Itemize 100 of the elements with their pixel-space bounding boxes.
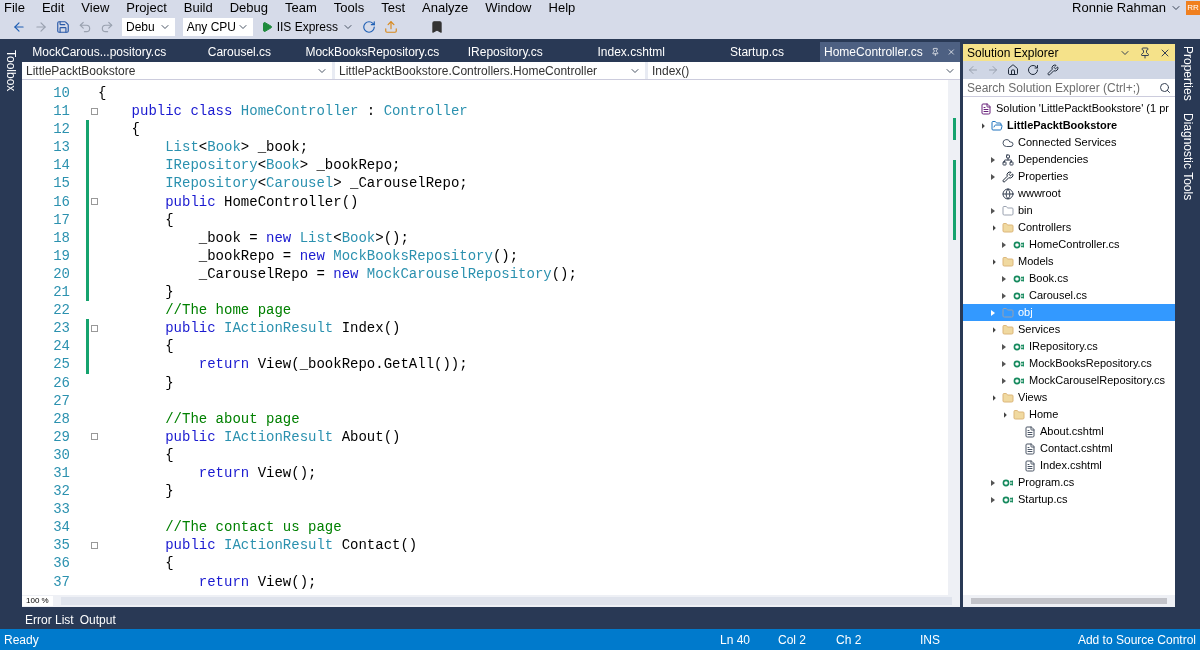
zoom-dropdown[interactable]: 100 % [22,596,53,606]
tree-item[interactable]: Carousel.cs [963,287,1175,304]
tree-item[interactable]: Views [963,389,1175,406]
menu-item[interactable]: Test [381,1,405,14]
pin-icon[interactable] [1139,46,1151,59]
expanded-arrow-icon[interactable] [990,394,996,401]
platform-dropdown[interactable]: Any CPU [182,18,253,36]
configuration-dropdown[interactable]: Debu [122,18,175,36]
tree-item[interactable]: About.cshtml [963,423,1175,440]
collapsed-arrow-icon[interactable] [1002,360,1006,367]
navigation-dropdown[interactable]: LittlePacktBookstore.Controllers.HomeController [335,62,645,79]
fold-icon[interactable] [91,198,98,206]
menu-item[interactable]: Build [183,1,213,14]
document-tab[interactable]: Startup.cs [694,42,821,62]
tree-item[interactable]: Startup.cs [963,491,1175,508]
menu-item[interactable]: Project [126,1,167,14]
expanded-arrow-icon[interactable] [990,326,996,333]
tree-item[interactable]: Controllers [963,219,1175,236]
home-icon[interactable] [1007,64,1019,76]
document-tab[interactable]: IRepository.cs [442,42,569,62]
line-number: 22 [52,301,71,320]
navigation-dropdown[interactable]: LittlePacktBookstore [22,62,332,79]
menu-item[interactable]: Help [548,1,576,14]
collapsed-arrow-icon[interactable] [1002,343,1006,350]
line-number: 18 [52,228,71,247]
navigation-dropdown[interactable]: Index() [648,62,960,79]
tree-item[interactable]: IRepository.cs [963,338,1175,355]
vertical-scrollbar[interactable] [948,80,960,595]
run-button[interactable]: IIS Express [260,18,355,36]
menu-item[interactable]: Debug [229,1,268,14]
menu-item[interactable]: Analyze [422,1,469,14]
tree-item[interactable]: MockBooksRepository.cs [963,355,1175,372]
menu-item[interactable]: Tools [333,1,365,14]
collapsed-arrow-icon[interactable] [991,156,995,163]
collapsed-arrow-icon[interactable] [991,207,995,214]
toolbox-tab[interactable]: Toolbox [2,50,20,92]
tree-item[interactable]: MockCarouselRepository.cs [963,372,1175,389]
tool-window-tab[interactable]: Output [78,611,117,629]
menu-item[interactable]: View [81,1,110,14]
document-tab[interactable]: MockBooksRepository.cs [302,42,443,62]
tree-item[interactable]: Properties [963,168,1175,185]
tree-item[interactable]: Book.cs [963,270,1175,287]
line-number: 25 [52,355,71,374]
document-tab[interactable]: MockCarous...pository.cs [22,42,177,62]
tree-item[interactable]: Services [963,321,1175,338]
collapsed-arrow-icon[interactable] [991,496,995,503]
fold-icon[interactable] [91,324,98,332]
user-name[interactable]: Ronnie Rahman [1072,1,1166,14]
tool-window-tab[interactable]: Error List [24,611,75,629]
collapsed-arrow-icon[interactable] [1002,292,1006,299]
side-panel-tab[interactable]: Diagnostic Tools [1178,112,1197,200]
tree-item[interactable]: Contact.cshtml [963,440,1175,457]
pin-icon[interactable] [930,46,940,58]
document-tab[interactable]: Carousel.cs [176,42,303,62]
wrench-icon[interactable] [1047,64,1059,76]
expanded-arrow-icon[interactable] [990,258,996,265]
collapsed-arrow-icon[interactable] [991,479,995,486]
expanded-arrow-icon[interactable] [990,224,996,231]
document-tab[interactable]: Index.cshtml [568,42,695,62]
tree-item[interactable]: Home [963,406,1175,423]
collapsed-arrow-icon[interactable] [991,173,995,180]
tree-item[interactable]: bin [963,202,1175,219]
back-icon[interactable] [12,20,26,34]
tree-item[interactable]: Connected Services [963,134,1175,151]
refresh-icon[interactable] [362,20,377,34]
menu-item[interactable]: File [4,1,25,14]
line-number: 34 [52,518,71,537]
tree-item[interactable]: HomeController.cs [963,236,1175,253]
code-line: //The contact us page [164,518,342,537]
sync-icon[interactable] [1027,64,1039,76]
expanded-arrow-icon[interactable] [979,122,985,129]
expanded-arrow-icon[interactable] [1001,411,1007,418]
search-field[interactable]: Search Solution Explorer (Ctrl+;) [963,79,1175,97]
tree-item[interactable]: Program.cs [963,474,1175,491]
code-line: public IActionResult Contact() [164,536,418,555]
tree-item[interactable]: wwwroot [963,185,1175,202]
fold-icon[interactable] [91,433,98,441]
menu-item[interactable]: Team [285,1,317,14]
collapsed-arrow-icon[interactable] [1002,275,1006,282]
tree-item[interactable]: Models [963,253,1175,270]
fold-icon[interactable] [91,107,98,115]
tree-item[interactable]: Dependencies [963,151,1175,168]
menu-item[interactable]: Edit [41,1,65,14]
save-icon[interactable] [56,20,70,34]
tree-item[interactable]: LittlePacktBookstore [963,117,1175,134]
bookmark-icon[interactable] [430,20,445,34]
side-panel-tab[interactable]: Properties [1178,46,1197,101]
horizontal-scrollbar[interactable] [971,598,1167,604]
wrench-icon [1002,170,1014,183]
source-control-button[interactable]: Add to Source Control [1077,630,1196,649]
fold-icon[interactable] [91,541,98,549]
line-number: 33 [52,500,71,519]
menu-item[interactable]: Window [485,1,532,14]
collapsed-arrow-icon[interactable] [1002,377,1006,384]
tree-item[interactable]: Solution 'LittlePacktBookstore' (1 pr [963,100,1175,117]
collapsed-arrow-icon[interactable] [1002,241,1006,248]
document-tab[interactable]: HomeController.cs [820,42,961,62]
status-message: Ready [4,631,40,649]
line-number: 16 [52,192,71,211]
tree-item[interactable]: Index.cshtml [963,457,1175,474]
